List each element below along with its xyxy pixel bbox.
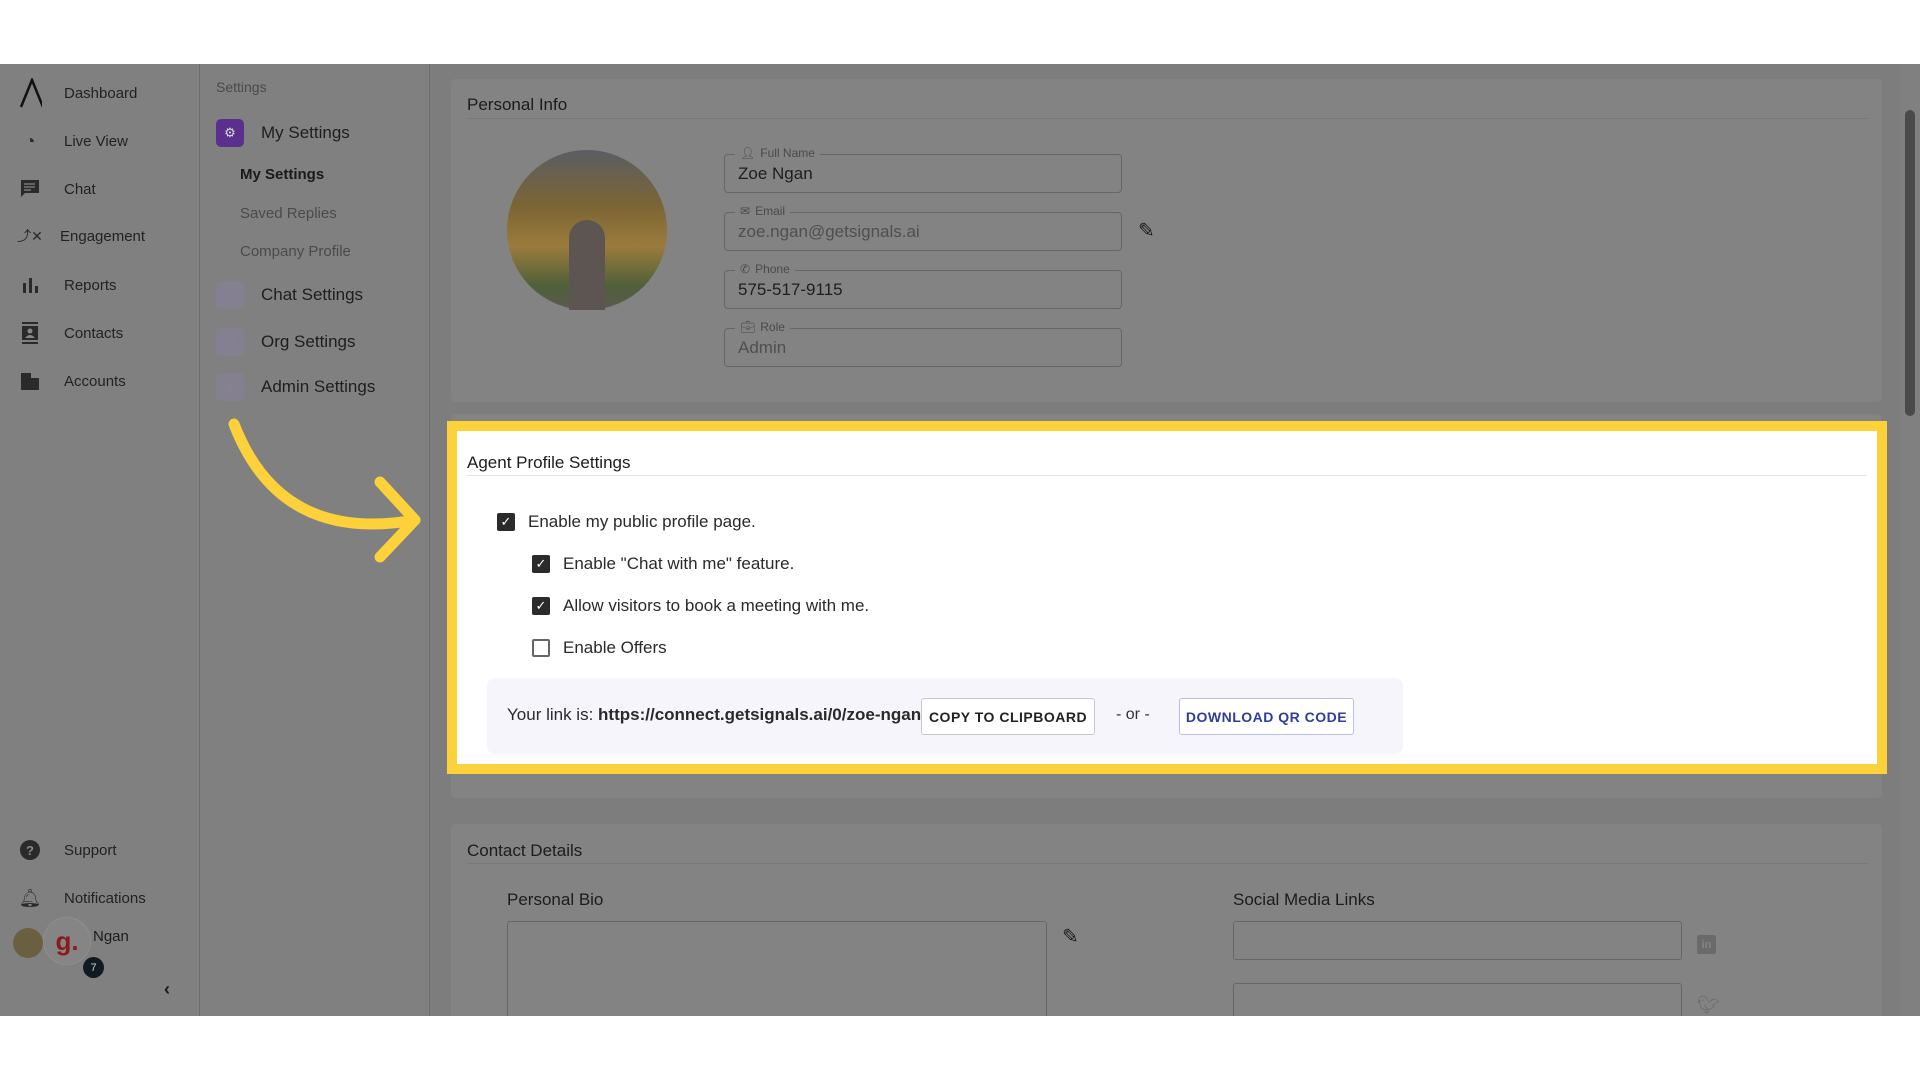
subnav-heading: Settings	[216, 79, 267, 95]
person-icon: 👤︎	[740, 146, 756, 160]
nav-reports[interactable]: Reports	[0, 265, 200, 305]
email-field: ✉ Email zoe.ngan@getsignals.ai	[724, 204, 1122, 251]
nav-accounts[interactable]: Accounts	[0, 361, 200, 401]
org-icon: ⚇	[216, 328, 244, 356]
phone-icon: ✆	[740, 262, 751, 276]
chat-with-me-checkbox[interactable]: ✓	[532, 555, 550, 573]
subnav-admin-settings[interactable]: ✋︎ Admin Settings	[216, 373, 375, 401]
nav-chat[interactable]: Chat	[0, 169, 200, 209]
personal-info-title: Personal Info	[467, 95, 568, 114]
user-name: Ngan	[93, 928, 129, 945]
briefcase-icon: 💼︎	[740, 320, 756, 334]
help-icon: ?	[18, 838, 42, 862]
logo-icon	[18, 78, 42, 108]
subnav-chat-settings[interactable]: 💬︎ Chat Settings	[216, 281, 363, 309]
subnav-my-settings[interactable]: ⚙ My Settings	[216, 119, 350, 147]
bell-icon: 🔔︎	[18, 887, 42, 908]
linkedin-input[interactable]	[1233, 921, 1682, 960]
yellow-arrow-annotation	[228, 418, 421, 563]
public-profile-checkbox[interactable]: ✓	[497, 513, 515, 531]
download-qr-code-button[interactable]: DOWNLOAD QR CODE	[1179, 698, 1354, 735]
book-meeting-checkbox[interactable]: ✓	[532, 597, 550, 615]
edit-email-pencil-icon[interactable]: ✎	[1138, 218, 1155, 243]
public-link-url[interactable]: https://connect.getsignals.ai/0/zoe-ngan	[598, 705, 921, 724]
nav-notifications[interactable]: 🔔︎ Notifications	[0, 878, 200, 918]
twitter-input[interactable]	[1233, 983, 1682, 1016]
profile-avatar[interactable]	[507, 150, 667, 310]
subnav-item-saved-replies[interactable]: Saved Replies	[240, 205, 337, 222]
public-link: Your link is: https://connect.getsignals…	[507, 705, 922, 724]
or-separator: - or -	[1116, 706, 1150, 723]
personal-bio-textarea[interactable]	[507, 921, 1047, 1016]
contacts-icon	[18, 321, 42, 345]
notification-badge: 7	[83, 957, 104, 978]
accounts-icon	[18, 369, 42, 393]
collapse-sidebar-chevron-icon[interactable]: ‹	[164, 979, 170, 1000]
subnav-org-settings[interactable]: ⚇ Org Settings	[216, 328, 356, 356]
subnav-item-company-profile[interactable]: Company Profile	[240, 243, 351, 260]
role-field: 💼︎ Role Admin	[724, 320, 1122, 367]
nav-contacts[interactable]: Contacts	[0, 313, 200, 353]
engagement-icon: ⤴✕	[17, 228, 43, 244]
link-panel: Your link is: https://connect.getsignals…	[487, 678, 1403, 754]
agent-profile-title: Agent Profile Settings	[467, 453, 631, 472]
nav-engagement[interactable]: ⤴✕ Engagement	[0, 216, 200, 256]
edit-bio-pencil-icon[interactable]: ✎	[1062, 924, 1079, 949]
gear-icon: ⚙	[216, 119, 244, 147]
nav-dashboard[interactable]: Dashboard	[0, 73, 200, 113]
nav-support[interactable]: ? Support	[0, 830, 200, 870]
mail-icon: ✉	[740, 204, 751, 218]
public-profile-label: Enable my public profile page.	[528, 512, 756, 531]
social-media-label: Social Media Links	[1233, 890, 1375, 909]
enable-offers-label: Enable Offers	[563, 638, 667, 657]
personal-bio-label: Personal Bio	[507, 890, 604, 909]
reports-icon	[18, 273, 42, 297]
admin-icon: ✋︎	[216, 373, 244, 401]
org-avatar[interactable]: g.	[43, 917, 91, 965]
chat-icon	[18, 177, 42, 201]
live-view-icon: ◔	[24, 130, 36, 151]
full-name-field[interactable]: 👤︎ Full Name Zoe Ngan	[724, 146, 1122, 193]
twitter-icon: 🐦︎	[1697, 995, 1720, 1015]
agent-profile-settings-card: Agent Profile Settings ✓ Enable my publi…	[447, 421, 1887, 774]
phone-field[interactable]: ✆ Phone 575-517-9115	[724, 262, 1122, 309]
chat-with-me-label: Enable "Chat with me" feature.	[563, 554, 795, 573]
scrollbar[interactable]	[1900, 64, 1920, 1016]
book-meeting-label: Allow visitors to book a meeting with me…	[563, 596, 870, 615]
chat-bubbles-icon: 💬︎	[216, 281, 244, 309]
enable-offers-checkbox[interactable]	[532, 639, 550, 657]
main-sidebar: Dashboard ◔ Live View Chat ⤴✕ Engagement R…	[0, 64, 200, 1016]
nav-live-view[interactable]: ◔ Live View	[0, 121, 200, 161]
user-photo-avatar[interactable]	[13, 928, 43, 958]
scrollbar-thumb[interactable]	[1905, 110, 1915, 416]
contact-details-title: Contact Details	[467, 841, 583, 860]
subnav-item-my-settings[interactable]: My Settings	[240, 166, 324, 183]
linkedin-icon: in	[1697, 935, 1716, 954]
copy-to-clipboard-button[interactable]: COPY TO CLIPBOARD	[921, 698, 1095, 735]
